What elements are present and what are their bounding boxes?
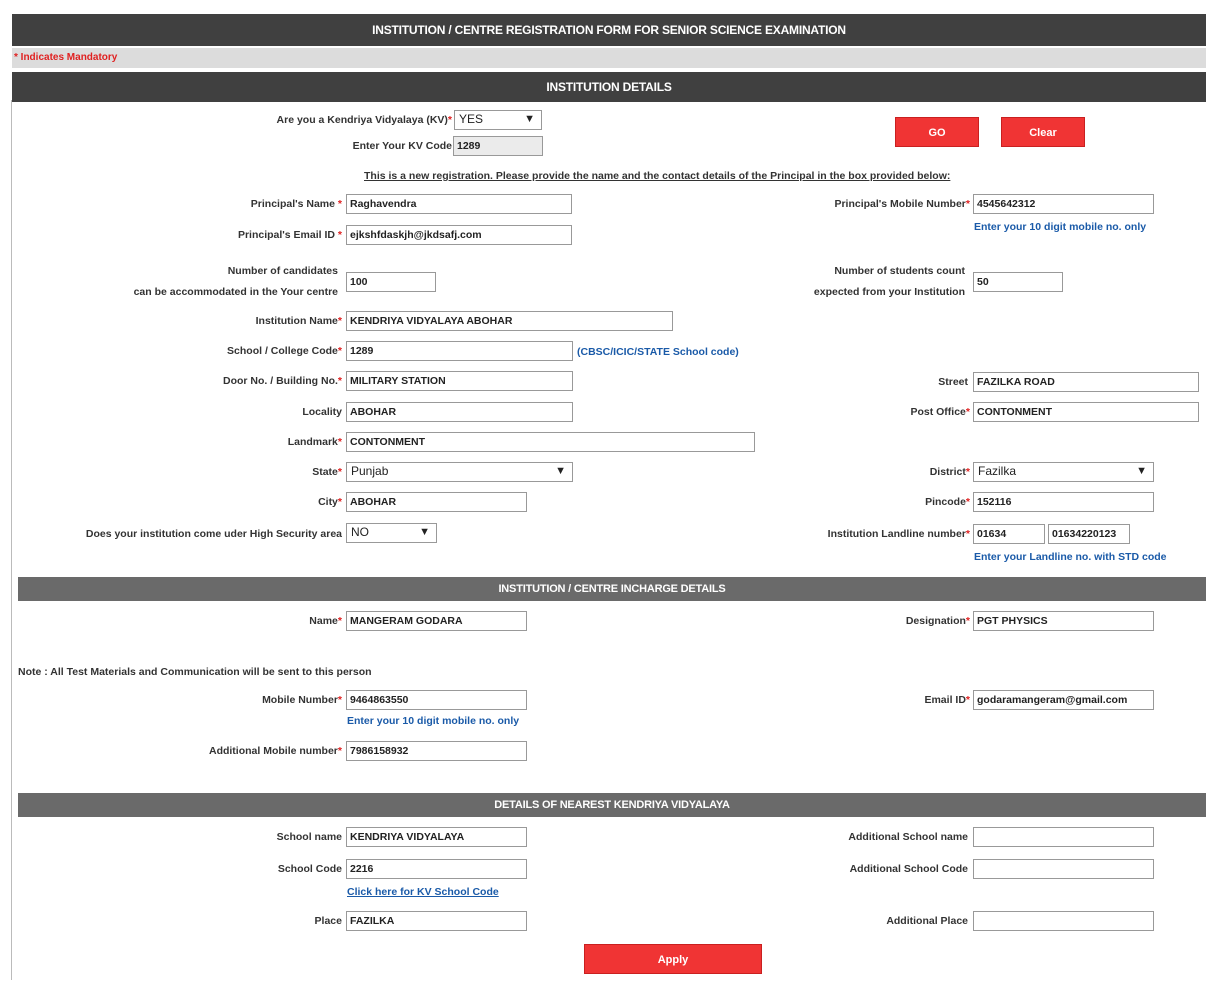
kv-school-code-link[interactable]: Click here for KV School Code — [347, 886, 499, 898]
pincode-input[interactable] — [973, 492, 1154, 512]
kv-code-label: Enter Your KV Code — [352, 140, 452, 152]
state-select-value: Punjab — [351, 464, 389, 478]
kv-select-value: YES — [459, 112, 484, 126]
principal-name-input[interactable] — [346, 194, 572, 214]
candidates-input[interactable] — [346, 272, 436, 292]
pincode-label: Pincode* — [925, 496, 970, 508]
state-select[interactable]: Punjab ▼ — [346, 462, 573, 482]
additional-school-code-label: Additional School Code — [849, 863, 968, 875]
chevron-down-icon: ▼ — [419, 526, 430, 538]
form-title-bar: INSTITUTION / CENTRE REGISTRATION FORM F… — [12, 14, 1206, 46]
principal-mobile-input[interactable] — [973, 194, 1154, 214]
candidates-label-line2: can be accommodated in the Your centre — [133, 286, 338, 298]
security-select-value: NO — [351, 525, 369, 539]
additional-school-code-input[interactable] — [973, 859, 1154, 879]
section-title: DETAILS OF NEAREST KENDRIYA VIDYALAYA — [494, 799, 730, 811]
additional-mobile-input[interactable] — [346, 741, 527, 761]
incharge-name-input[interactable] — [346, 611, 527, 631]
nearest-school-code-input[interactable] — [346, 859, 527, 879]
form-title: INSTITUTION / CENTRE REGISTRATION FORM F… — [372, 23, 846, 37]
locality-label: Locality — [302, 406, 342, 418]
chevron-down-icon: ▼ — [1136, 465, 1147, 477]
street-label: Street — [938, 376, 968, 388]
section-title: INSTITUTION / CENTRE INCHARGE DETAILS — [498, 583, 726, 595]
institution-name-label: Institution Name* — [255, 315, 342, 327]
district-select[interactable]: Fazilka ▼ — [973, 462, 1154, 482]
principal-email-input[interactable] — [346, 225, 572, 245]
nearest-school-code-label: School Code — [277, 863, 342, 875]
mandatory-note: * Indicates Mandatory — [14, 52, 118, 63]
school-code-hint: (CBSC/ICIC/STATE School code) — [577, 346, 739, 358]
district-select-value: Fazilka — [978, 464, 1017, 478]
section-institution-details: INSTITUTION DETAILS — [12, 72, 1206, 102]
chevron-down-icon: ▼ — [555, 465, 566, 477]
students-label-line2: expected from your Institution — [813, 286, 965, 298]
principal-name-label: Principal's Name * — [250, 198, 342, 210]
principal-mobile-hint: Enter your 10 digit mobile no. only — [974, 221, 1147, 233]
additional-place-input[interactable] — [973, 911, 1154, 931]
city-input[interactable] — [346, 492, 527, 512]
incharge-name-label: Name* — [309, 615, 342, 627]
state-label: State* — [312, 466, 342, 478]
city-label: City* — [318, 496, 342, 508]
candidates-label-line1: Number of candidates — [227, 265, 338, 277]
place-label: Place — [314, 915, 342, 927]
designation-input[interactable] — [973, 611, 1154, 631]
incharge-email-input[interactable] — [973, 690, 1154, 710]
security-select[interactable]: NO ▼ — [346, 523, 437, 543]
apply-button[interactable]: Apply — [584, 944, 762, 974]
incharge-note: Note : All Test Materials and Communicat… — [18, 666, 372, 678]
additional-school-name-input[interactable] — [973, 827, 1154, 847]
street-input[interactable] — [973, 372, 1199, 392]
students-label-line1: Number of students count — [834, 265, 965, 277]
additional-school-name-label: Additional School name — [848, 831, 968, 843]
school-code-label: School / College Code* — [227, 345, 342, 357]
principal-mobile-label: Principal's Mobile Number* — [834, 198, 970, 210]
mandatory-bar — [12, 48, 1206, 68]
registration-notice: This is a new registration. Please provi… — [364, 170, 951, 182]
institution-name-input[interactable] — [346, 311, 673, 331]
chevron-down-icon: ▼ — [524, 113, 535, 125]
form-left-border — [11, 100, 12, 980]
incharge-mobile-input[interactable] — [346, 690, 527, 710]
nearest-school-name-label: School name — [276, 831, 342, 843]
landline-number-input[interactable] — [1048, 524, 1130, 544]
post-office-label: Post Office* — [910, 406, 970, 418]
security-label: Does your institution come uder High Sec… — [85, 528, 342, 540]
place-input[interactable] — [346, 911, 527, 931]
incharge-mobile-hint: Enter your 10 digit mobile no. only — [347, 715, 520, 727]
kv-code-input[interactable] — [453, 136, 543, 156]
landline-std-input[interactable] — [973, 524, 1045, 544]
landmark-label: Landmark* — [287, 436, 342, 448]
landline-label: Institution Landline number* — [827, 528, 970, 540]
landmark-input[interactable] — [346, 432, 755, 452]
designation-label: Designation* — [905, 615, 970, 627]
school-code-input[interactable] — [346, 341, 573, 361]
section-incharge-details: INSTITUTION / CENTRE INCHARGE DETAILS — [18, 577, 1206, 601]
go-button[interactable]: GO — [895, 117, 979, 147]
section-title: INSTITUTION DETAILS — [546, 80, 672, 94]
nearest-school-name-input[interactable] — [346, 827, 527, 847]
post-office-input[interactable] — [973, 402, 1199, 422]
additional-place-label: Additional Place — [886, 915, 968, 927]
students-input[interactable] — [973, 272, 1063, 292]
principal-email-label: Principal's Email ID * — [237, 229, 342, 241]
incharge-email-label: Email ID* — [924, 694, 970, 706]
kv-question-label: Are you a Kendriya Vidyalaya (KV)* — [276, 114, 452, 126]
kv-select[interactable]: YES ▼ — [454, 110, 542, 130]
door-label: Door No. / Building No.* — [223, 375, 342, 387]
landline-hint: Enter your Landline no. with STD code — [974, 551, 1167, 563]
locality-input[interactable] — [346, 402, 573, 422]
additional-mobile-label: Additional Mobile number* — [208, 745, 342, 757]
district-label: District* — [929, 466, 970, 478]
section-nearest-kv: DETAILS OF NEAREST KENDRIYA VIDYALAYA — [18, 793, 1206, 817]
clear-button[interactable]: Clear — [1001, 117, 1085, 147]
incharge-mobile-label: Mobile Number* — [262, 694, 342, 706]
door-input[interactable] — [346, 371, 573, 391]
